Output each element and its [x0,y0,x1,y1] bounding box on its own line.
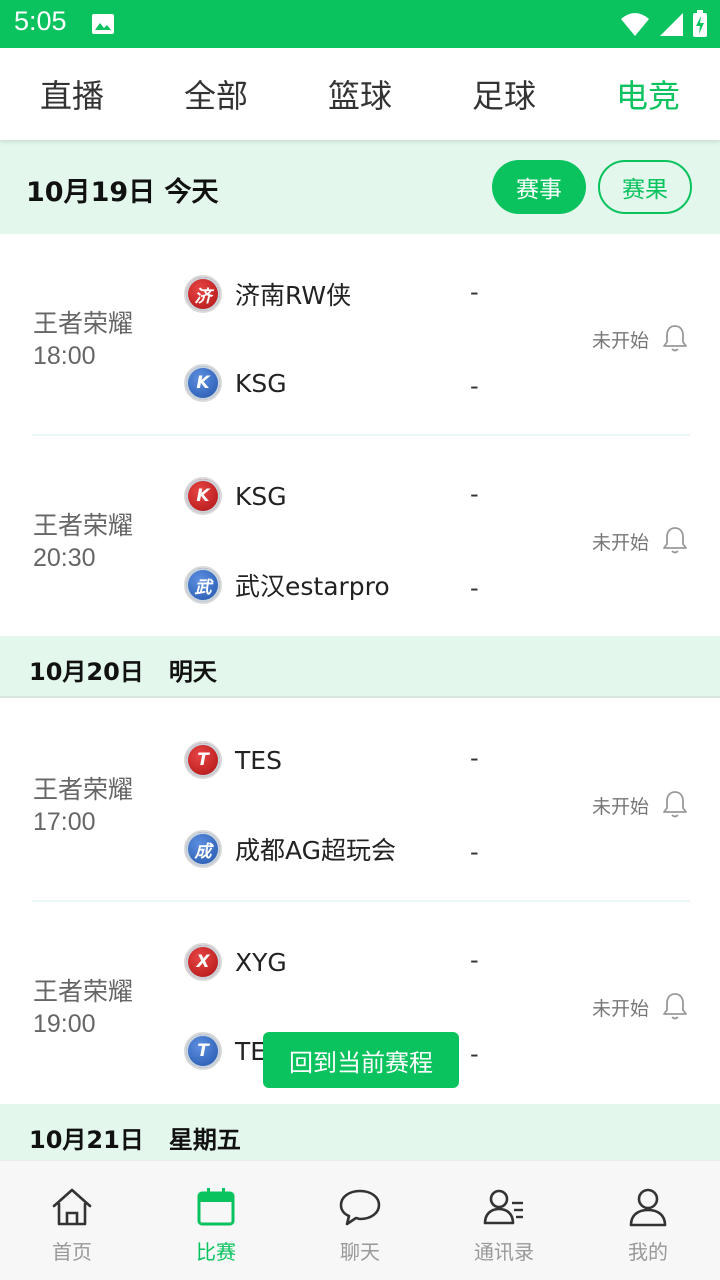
team-row: K KSG [184,476,287,516]
wifi-icon [621,13,649,36]
status-bar: 5:05 [0,0,720,48]
team-row: K KSG [184,363,287,403]
results-button[interactable]: 赛果 [598,160,692,214]
team-score: - [470,1040,479,1068]
team-logo-icon: 武 [184,566,222,604]
match-card[interactable]: 王者荣耀 18:00 济 济南RW侠 - K KSG - 未开始 [0,234,720,436]
back-to-current-button[interactable]: 回到当前赛程 [263,1032,459,1088]
home-icon [52,1188,92,1226]
match-card[interactable]: 王者荣耀 20:30 K KSG - 武 武汉estarpro - 未开始 [0,436,720,638]
team-row: 武 武汉estarpro [184,565,390,605]
team-name: 成都AG超玩会 [235,836,397,865]
signal-icon [660,13,683,36]
match-time: 20:30 [33,544,96,572]
chat-icon [339,1189,381,1226]
tab-football[interactable]: 足球 [432,48,576,140]
team-score: - [470,372,479,400]
nav-label: 比赛 [196,1240,236,1264]
nav-contacts[interactable]: 通讯录 [432,1161,576,1280]
bell-icon[interactable] [662,991,688,1021]
match-status: 未开始 [592,330,650,352]
team-logo-icon: 成 [184,830,222,868]
team-score: - [470,744,479,772]
team-row: X XYG [184,942,287,982]
match-card[interactable]: 王者荣耀 17:00 T TES - 成 成都AG超玩会 - 未开始 [0,700,720,902]
team-row: 成 成都AG超玩会 [184,829,396,869]
team-name: XYG [235,947,287,977]
team-logo-icon: 济 [184,275,222,313]
date-label: 10月19日 今天 [26,177,219,208]
match-time: 19:00 [33,1010,96,1038]
bottom-nav: 首页 比赛 聊天 通讯录 我的 [0,1160,720,1280]
match-league: 王者荣耀 [33,309,134,338]
team-row: T TES [184,740,282,780]
nav-label: 通讯录 [474,1240,534,1264]
image-notification-icon [92,14,114,34]
date-label: 10月21日 星期五 [29,1126,241,1154]
team-score: - [470,838,479,866]
team-score: - [470,946,479,974]
match-status: 未开始 [592,796,650,818]
nav-home[interactable]: 首页 [0,1161,144,1280]
match-time: 17:00 [33,808,96,836]
nav-chat[interactable]: 聊天 [288,1161,432,1280]
match-time: 18:00 [33,342,96,370]
team-logo-icon: K [184,477,222,515]
tab-all[interactable]: 全部 [144,48,288,140]
team-logo-icon: T [184,1032,222,1070]
contacts-icon [483,1189,523,1225]
team-name: TES [235,745,282,775]
date-header-today: 10月19日 今天 赛事 赛果 [0,140,720,234]
team-score: - [470,574,479,602]
date-label: 10月20日 明天 [29,658,217,686]
date-header-tomorrow: 10月20日 明天 [0,636,720,698]
nav-matches[interactable]: 比赛 [144,1161,288,1280]
events-button[interactable]: 赛事 [492,160,586,214]
team-name: 济南RW侠 [235,281,352,310]
match-status: 未开始 [592,532,650,554]
team-logo-icon: T [184,741,222,779]
match-status: 未开始 [592,998,650,1020]
nav-label: 首页 [52,1240,92,1264]
bell-icon[interactable] [662,789,688,819]
team-logo-icon: K [184,364,222,402]
status-time: 5:05 [14,6,67,36]
category-tabs: 直播 全部 篮球 足球 电竞 [0,48,720,140]
team-name: KSG [235,368,287,398]
team-name: 武汉estarpro [235,572,390,601]
match-league: 王者荣耀 [33,977,134,1006]
battery-icon [693,10,707,37]
calendar-icon [197,1188,235,1226]
tab-esports[interactable]: 电竞 [576,48,720,140]
bell-icon[interactable] [662,525,688,555]
profile-icon [629,1188,667,1227]
nav-label: 我的 [628,1240,668,1264]
match-league: 王者荣耀 [33,775,134,804]
date-header-friday: 10月21日 星期五 [0,1104,720,1160]
tab-live[interactable]: 直播 [0,48,144,140]
team-name: KSG [235,481,287,511]
bell-icon[interactable] [662,323,688,353]
tab-basketball[interactable]: 篮球 [288,48,432,140]
team-logo-icon: X [184,943,222,981]
team-score: - [470,480,479,508]
nav-label: 聊天 [340,1240,380,1264]
nav-profile[interactable]: 我的 [576,1161,720,1280]
team-row: 济 济南RW侠 [184,274,351,314]
match-league: 王者荣耀 [33,511,134,540]
team-score: - [470,278,479,306]
